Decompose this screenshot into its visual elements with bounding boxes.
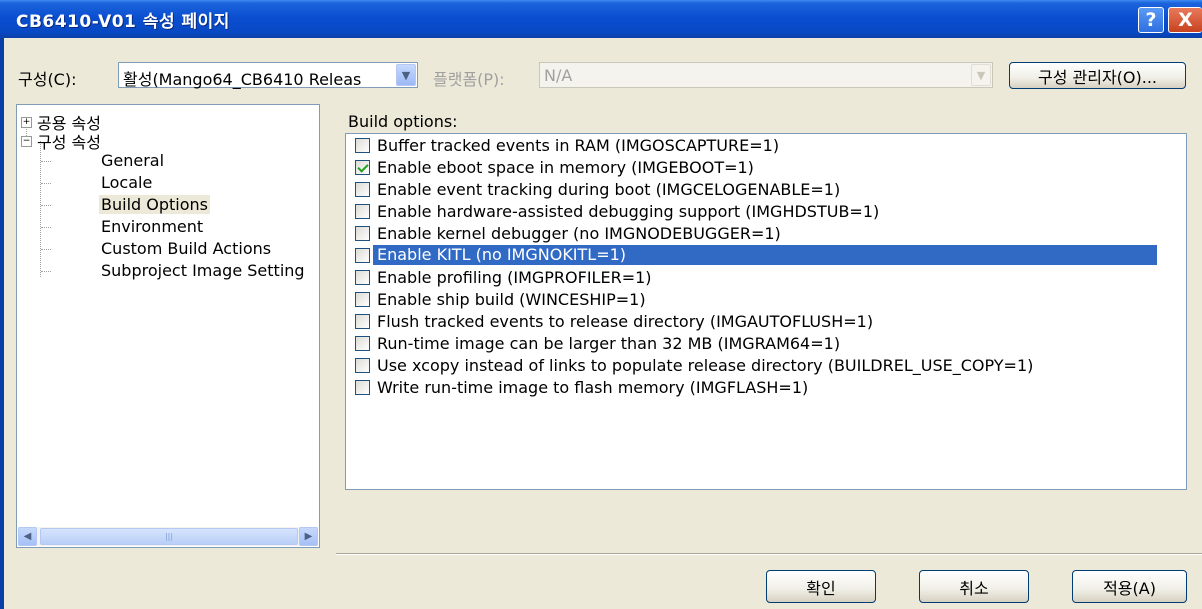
option-label: Use xcopy instead of links to populate r… [377, 356, 1034, 375]
option-label: Enable kernel debugger (no IMGNODEBUGGER… [377, 224, 781, 243]
checkbox[interactable] [355, 358, 370, 373]
window-border [0, 38, 4, 609]
list-item[interactable]: Enable eboot space in memory (IMGEBOOT=1… [351, 157, 1181, 178]
list-item[interactable]: Run-time image can be larger than 32 MB … [351, 333, 1181, 354]
build-options-label: Build options: [348, 112, 458, 131]
configuration-manager-button[interactable]: 구성 관리자(O)... [1009, 62, 1186, 89]
cancel-button[interactable]: 취소 [919, 570, 1029, 603]
help-button[interactable]: ? [1138, 7, 1164, 33]
option-label: Buffer tracked events in RAM (IMGOSCAPTU… [377, 136, 780, 155]
option-label: Enable ship build (WINCESHIP=1) [377, 290, 646, 309]
list-item[interactable]: Enable event tracking during boot (IMGCE… [351, 179, 1181, 200]
checkbox[interactable] [355, 182, 370, 197]
tree-item-general[interactable]: General [101, 151, 164, 170]
configuration-select[interactable]: 활성(Mango64_CB6410 Releas ▼ [118, 62, 418, 89]
tree-node-configuration-properties[interactable]: 구성 속성 [37, 129, 101, 153]
option-label: Enable hardware-assisted debugging suppo… [377, 202, 880, 221]
close-icon: X [1178, 9, 1193, 31]
tree-connector [41, 205, 51, 206]
help-icon: ? [1145, 9, 1157, 31]
checkbox[interactable] [355, 204, 370, 219]
tree-item-subproject-image-settings[interactable]: Subproject Image Setting [101, 261, 317, 280]
checkbox[interactable] [355, 138, 370, 153]
tree-connector [41, 183, 51, 184]
tree-item-build-options[interactable]: Build Options [99, 195, 210, 214]
list-item[interactable]: Write run-time image to flash memory (IM… [351, 377, 1181, 398]
option-label: Enable KITL (no IMGNOKITL=1) [373, 245, 1157, 265]
chevron-right-icon[interactable]: ▶ [299, 527, 318, 546]
tree-connector [41, 271, 51, 272]
ok-button[interactable]: 확인 [766, 570, 876, 603]
list-item[interactable]: Buffer tracked events in RAM (IMGOSCAPTU… [351, 135, 1181, 156]
divider [336, 553, 1202, 555]
option-label: Enable profiling (IMGPROFILER=1) [377, 268, 652, 287]
chevron-left-icon[interactable]: ◀ [18, 527, 37, 546]
list-item[interactable]: Enable profiling (IMGPROFILER=1) [351, 267, 1181, 288]
checkbox[interactable] [355, 270, 370, 285]
tree-item-custom-build-actions[interactable]: Custom Build Actions [101, 239, 271, 258]
scroll-thumb[interactable]: ||| [40, 528, 298, 545]
property-tree[interactable]: + 공용 속성 − 구성 속성 General Locale Build Opt… [16, 104, 320, 548]
configuration-value: 활성(Mango64_CB6410 Releas [123, 70, 362, 89]
list-item[interactable]: Use xcopy instead of links to populate r… [351, 355, 1181, 376]
tree-item-locale[interactable]: Locale [101, 173, 152, 192]
list-item[interactable]: Enable KITL (no IMGNOKITL=1) [351, 245, 1181, 266]
chevron-down-icon[interactable]: ▼ [396, 64, 416, 86]
configuration-row: 구성(C): 활성(Mango64_CB6410 Releas ▼ 플랫폼(P)… [0, 62, 1202, 89]
build-options-list[interactable]: Buffer tracked events in RAM (IMGOSCAPTU… [345, 133, 1187, 490]
window-title: CB6410-V01 속성 페이지 [16, 12, 230, 32]
platform-value: N/A [544, 66, 573, 85]
collapse-minus-icon[interactable]: − [21, 136, 32, 147]
option-label: Write run-time image to flash memory (IM… [377, 378, 809, 397]
option-label: Enable event tracking during boot (IMGCE… [377, 180, 841, 199]
chevron-down-icon[interactable]: ▼ [971, 64, 991, 86]
tree-connector [41, 161, 51, 162]
list-item[interactable]: Enable kernel debugger (no IMGNODEBUGGER… [351, 223, 1181, 244]
checkbox[interactable] [355, 226, 370, 241]
option-label: Enable eboot space in memory (IMGEBOOT=1… [377, 158, 754, 177]
horizontal-scrollbar[interactable]: ◀ ||| ▶ [18, 527, 318, 546]
checkbox[interactable] [355, 336, 370, 351]
list-item[interactable]: Enable ship build (WINCESHIP=1) [351, 289, 1181, 310]
list-item[interactable]: Enable hardware-assisted debugging suppo… [351, 201, 1181, 222]
tree-connector [41, 249, 51, 250]
configuration-label: 구성(C): [18, 70, 77, 89]
option-label: Flush tracked events to release director… [377, 312, 874, 331]
checkbox[interactable] [355, 292, 370, 307]
platform-select[interactable]: N/A ▼ [539, 62, 993, 88]
tree-connector [41, 227, 51, 228]
tree-item-environment[interactable]: Environment [101, 217, 203, 236]
expand-plus-icon[interactable]: + [21, 117, 32, 128]
list-item[interactable]: Flush tracked events to release director… [351, 311, 1181, 332]
checkbox[interactable] [355, 248, 370, 263]
platform-label: 플랫폼(P): [433, 70, 505, 89]
title-bar[interactable]: CB6410-V01 속성 페이지 ? X [0, 0, 1202, 38]
grip-icon: ||| [164, 532, 174, 541]
checkbox[interactable] [355, 314, 370, 329]
option-label: Run-time image can be larger than 32 MB … [377, 334, 841, 353]
checkbox[interactable] [355, 160, 370, 175]
apply-button[interactable]: 적용(A) [1072, 570, 1187, 603]
checkbox[interactable] [355, 380, 370, 395]
close-button[interactable]: X [1168, 7, 1202, 33]
